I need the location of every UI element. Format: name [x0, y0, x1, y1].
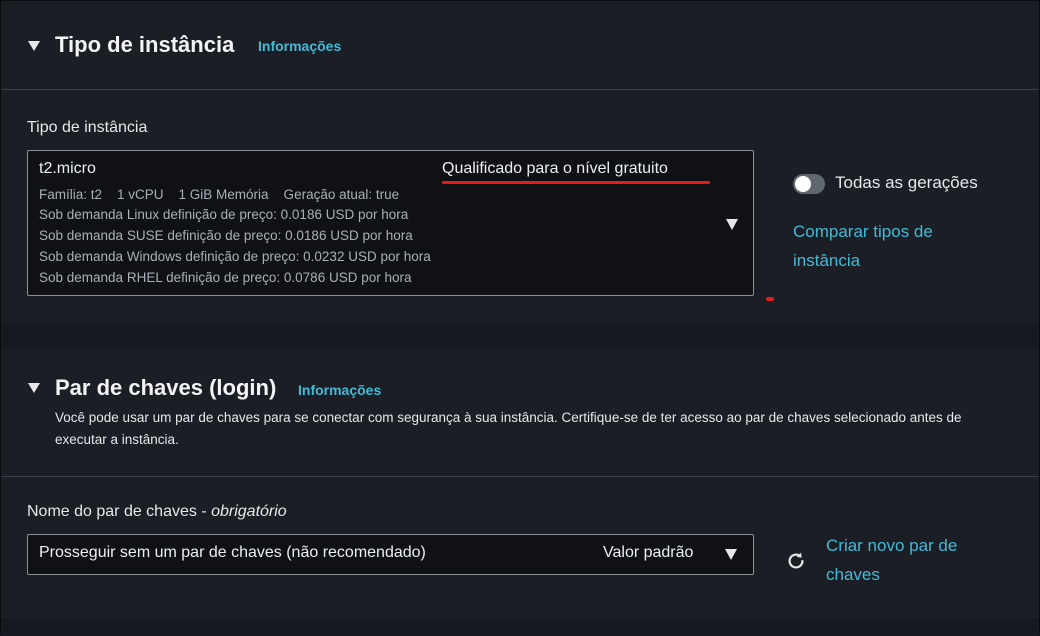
bottom-strip	[1, 618, 1039, 636]
dropdown-caret-icon	[725, 549, 737, 560]
all-generations-toggle[interactable]	[793, 174, 825, 194]
section-gap	[1, 323, 1039, 348]
compare-link-line1: Comparar tipos de	[793, 222, 933, 241]
instance-type-field-label: Tipo de instância	[27, 119, 148, 136]
section-title: Tipo de instância	[55, 32, 235, 57]
key-pair-label-main: Nome do par de chaves -	[27, 503, 212, 520]
pricing-rhel: Sob demanda RHEL definição de preço: 0.0…	[39, 270, 412, 285]
create-key-pair-link[interactable]: Criar novo par de chaves	[826, 531, 957, 589]
pricing-windows: Sob demanda Windows definição de preço: …	[39, 249, 431, 264]
instance-type-header: Tipo de instância Informações	[1, 1, 1039, 90]
key-pair-header: Par de chaves (login) Informações Você p…	[1, 348, 1039, 477]
key-pair-selected-value: Prosseguir sem um par de chaves (não rec…	[39, 544, 426, 561]
required-marker: obrigatório	[211, 503, 287, 520]
instance-type-select[interactable]: t2.micro Qualificado para o nível gratui…	[27, 150, 754, 296]
annotation-underline	[442, 181, 710, 184]
collapse-caret-icon[interactable]	[28, 383, 40, 393]
info-link[interactable]: Informações	[298, 382, 381, 398]
toggle-knob	[795, 176, 811, 192]
create-link-line1: Criar novo par de	[826, 536, 958, 555]
pricing-linux: Sob demanda Linux definição de preço: 0.…	[39, 207, 409, 222]
dropdown-caret-icon	[726, 219, 738, 230]
refresh-icon[interactable]	[785, 550, 807, 572]
section-title: Par de chaves (login)	[55, 375, 277, 400]
key-pair-select[interactable]: Prosseguir sem um par de chaves (não rec…	[27, 534, 754, 575]
section-description: Você pode usar um par de chaves para se …	[55, 410, 962, 447]
annotation-dot	[766, 297, 774, 301]
create-link-line2: chaves	[826, 565, 880, 584]
instance-type-name: t2.micro	[39, 160, 96, 177]
all-generations-label: Todas as gerações	[835, 173, 978, 192]
instance-specs: Família: t2 1 vCPU 1 GiB Memória Geração…	[39, 187, 400, 202]
key-pair-field-label: Nome do par de chaves - obrigatório	[27, 503, 287, 521]
free-tier-badge: Qualificado para o nível gratuito	[442, 160, 668, 177]
instance-type-panel: Tipo de instância Informações Tipo de in…	[1, 1, 1039, 323]
compare-instance-types-link[interactable]: Comparar tipos de instância	[793, 217, 933, 275]
default-value-tag: Valor padrão	[603, 544, 694, 561]
compare-link-line2: instância	[793, 251, 861, 270]
pricing-suse: Sob demanda SUSE definição de preço: 0.0…	[39, 228, 413, 243]
page-frame: Tipo de instância Informações Tipo de in…	[0, 0, 1040, 636]
info-link[interactable]: Informações	[258, 38, 341, 54]
collapse-caret-icon[interactable]	[28, 41, 40, 51]
